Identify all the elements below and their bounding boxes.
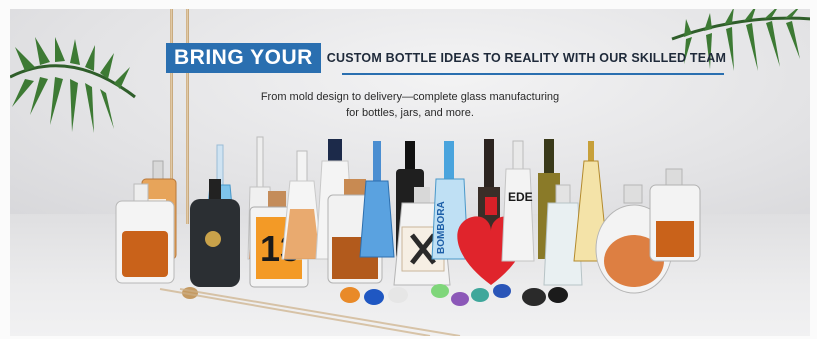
label-bombora: BOMBORA xyxy=(436,201,447,254)
clear-pattern-bottle xyxy=(281,150,323,260)
label-ede: EDE xyxy=(508,190,533,204)
page-frame: BRING YOUR CUSTOM BOTTLE IDEAS TO REALIT… xyxy=(0,0,817,339)
ede-bottle: EDE xyxy=(501,140,535,262)
blue-twist-bottle xyxy=(359,141,395,258)
product-bottles: 13 BOMBORA EDE xyxy=(115,136,701,336)
hero-banner[interactable]: BRING YOUR CUSTOM BOTTLE IDEAS TO REALIT… xyxy=(10,9,810,336)
whisky-decanter-right xyxy=(649,168,701,262)
black-bottle xyxy=(190,179,240,287)
